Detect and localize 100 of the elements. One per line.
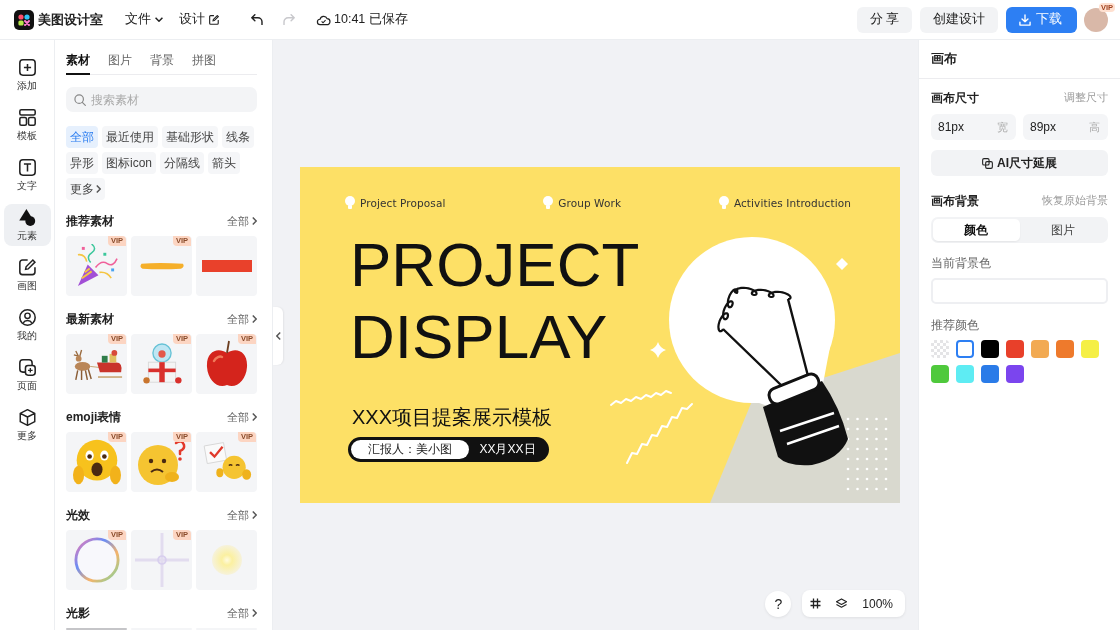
download-icon: [1019, 13, 1031, 26]
view-all-link[interactable]: 全部: [227, 605, 257, 621]
sidebar-item[interactable]: 画图: [3, 254, 51, 296]
save-status: 10:41 已保存: [334, 11, 408, 28]
view-all-link[interactable]: 全部: [227, 311, 257, 327]
sidebar-item[interactable]: 添加: [3, 54, 51, 96]
tag-text: Activities Introduction: [733, 196, 851, 209]
glow-icon: [211, 545, 242, 575]
add-page-icon: [18, 359, 36, 376]
panel-tab[interactable]: 拼图: [192, 50, 216, 75]
action-button[interactable]: 分 享: [856, 6, 912, 33]
resize-icon: [982, 157, 993, 169]
color-swatch-icon[interactable]: [981, 365, 999, 383]
filter-chip[interactable]: 全部: [66, 126, 98, 148]
chevron-right-icon: [252, 609, 257, 617]
color-swatch-icon[interactable]: [931, 365, 949, 383]
search-icon: [74, 93, 86, 106]
chevron-right-icon: [252, 511, 257, 519]
transparent-swatch-icon[interactable]: [931, 340, 949, 358]
chevron-right-icon: [252, 217, 257, 225]
reporter-label: 汇报人：美小图: [351, 440, 469, 459]
collapse-handle[interactable]: [273, 307, 283, 365]
view-all-link[interactable]: 全部: [227, 213, 257, 229]
asset-thumbnail[interactable]: [196, 236, 257, 296]
sidebar-item[interactable]: 页面: [3, 354, 51, 396]
user-icon: [18, 309, 36, 326]
filter-chip[interactable]: 最近使用: [102, 126, 158, 148]
sparkle-icon: [134, 533, 189, 587]
view-all-link[interactable]: 全部: [227, 507, 257, 523]
panel-tab[interactable]: 素材: [66, 50, 90, 75]
brush-stroke-icon: [138, 262, 185, 270]
subtitle-text: XXX项目提案展示模板: [352, 405, 553, 429]
filter-chip[interactable]: 线条: [222, 126, 254, 148]
panel-tab[interactable]: 背景: [150, 50, 174, 75]
color-swatch-icon[interactable]: [1081, 340, 1099, 358]
section-title: 推荐素材: [66, 213, 114, 230]
section-label: 画布尺寸: [931, 89, 979, 107]
view-all-link[interactable]: 全部: [227, 409, 257, 425]
chevron-down-icon: [155, 17, 163, 22]
field-label: 当前背景色: [931, 256, 992, 271]
filter-chip[interactable]: 箭头: [208, 152, 240, 174]
add-icon: [18, 59, 36, 76]
menu-button[interactable]: 文件: [125, 9, 163, 30]
grid-icon[interactable]: [810, 598, 822, 609]
color-swatch-icon[interactable]: [981, 340, 999, 358]
search-field[interactable]: 搜索素材: [66, 87, 257, 112]
bubble-ring-icon: [73, 537, 120, 583]
download-button[interactable]: 下载: [1006, 6, 1077, 33]
panel-tab[interactable]: 图片: [108, 50, 132, 75]
rectangle-icon: [201, 260, 252, 272]
filter-chip[interactable]: 分隔线: [160, 152, 204, 174]
star-icon: [650, 342, 666, 358]
sidebar-item[interactable]: 我的: [3, 304, 51, 346]
filter-chip[interactable]: 异形: [66, 152, 98, 174]
sidebar-item[interactable]: 文字: [3, 154, 51, 196]
undo-icon[interactable]: [251, 14, 263, 25]
bulb-icon: [543, 196, 554, 209]
section-title: 最新素材: [66, 310, 114, 328]
color-swatch-icon[interactable]: [956, 340, 974, 358]
section-title: 光影: [66, 604, 90, 622]
chevron-right-icon: [96, 185, 101, 193]
cloud-icon: [316, 13, 331, 26]
sidebar-item[interactable]: 模板: [3, 104, 51, 146]
section-label: 画布背景: [931, 192, 979, 210]
menu-button[interactable]: 设计: [179, 9, 219, 30]
layout-icon: [18, 109, 36, 126]
scared-face-icon: [71, 438, 122, 486]
app-name: 美图设计室: [38, 10, 103, 29]
color-swatch-icon[interactable]: [1006, 365, 1024, 383]
action-button[interactable]: 创建设计: [920, 6, 998, 33]
filter-chip[interactable]: 基础形状: [162, 126, 218, 148]
layers-icon[interactable]: [836, 598, 848, 609]
unit-label: 高: [1089, 120, 1100, 134]
color-swatch-icon[interactable]: [1031, 340, 1049, 358]
tag-text: Group Work: [558, 196, 622, 209]
edit-icon: [18, 259, 36, 276]
asset-thumbnail[interactable]: [196, 530, 257, 590]
headline-text: PROJECT: [350, 229, 640, 301]
segment-tab[interactable]: 图片: [1019, 219, 1106, 241]
edit-icon: [209, 14, 219, 25]
sidebar-item[interactable]: 更多: [3, 404, 51, 446]
text-icon: [18, 159, 36, 176]
field-label: 推荐颜色: [931, 318, 980, 333]
unit-label: 宽: [997, 120, 1008, 134]
filter-chip[interactable]: 图标icon: [102, 152, 156, 174]
bulb-icon: [345, 196, 355, 209]
logo-icon: [14, 9, 34, 30]
segment-tab[interactable]: 颜色: [933, 219, 1020, 241]
filter-chip[interactable]: 更多: [66, 178, 105, 200]
help-button[interactable]: ?: [765, 590, 792, 617]
color-swatch-icon[interactable]: [1056, 340, 1074, 358]
chevron-left-icon: [275, 332, 281, 340]
color-swatch-icon[interactable]: [1006, 340, 1024, 358]
section-title: 光效: [66, 506, 90, 524]
zoom-level[interactable]: 100%: [862, 596, 893, 611]
color-swatch-icon[interactable]: [956, 365, 974, 383]
ai-extend-button[interactable]: AI尺寸延展: [931, 150, 1108, 176]
apple-icon: [205, 340, 248, 388]
tag-text: Project Proposal: [360, 196, 446, 209]
sidebar-item[interactable]: 元素: [3, 204, 51, 246]
